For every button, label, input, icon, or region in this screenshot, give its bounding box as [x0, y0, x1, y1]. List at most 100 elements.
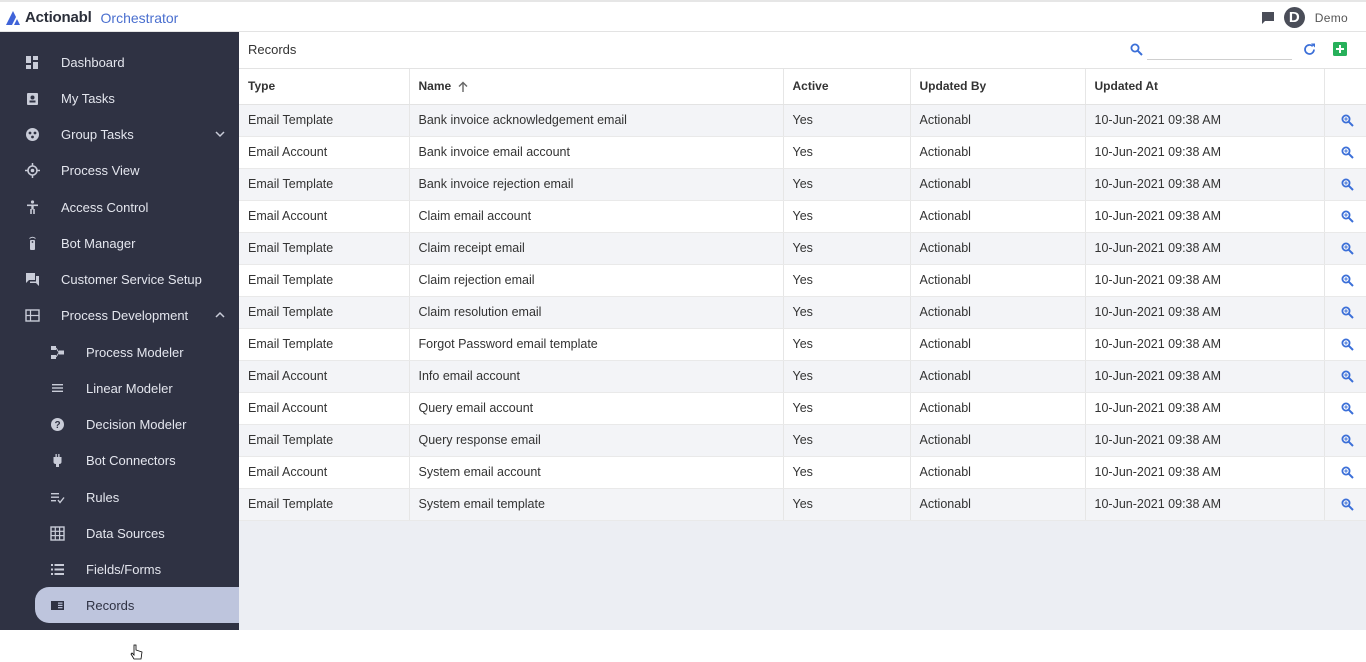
sidebar-item-fields-forms[interactable]: Fields/Forms: [0, 551, 239, 587]
table-row[interactable]: Email Account Info email account Yes Action…: [239, 360, 1366, 393]
cell-name: System email account: [409, 456, 784, 489]
cell-actions: [1324, 360, 1366, 393]
cell-actions: [1324, 264, 1366, 297]
sidebar-item-data-sources[interactable]: Data Sources: [0, 515, 239, 551]
cell-updated-by: Actionabl: [910, 328, 1086, 361]
sidebar-item-label: Fields/Forms: [86, 561, 162, 577]
sidebar-item-process-modeler[interactable]: Process Modeler: [0, 334, 239, 370]
table-row[interactable]: Email Template Claim rejection email Yes Ac…: [239, 264, 1366, 297]
sidebar-item-dashboard[interactable]: Dashboard: [0, 44, 239, 80]
column-label: Type: [248, 79, 276, 94]
sidebar-item-label: Bot Manager: [61, 235, 136, 251]
table-icon: [49, 525, 65, 541]
cell-actions: [1324, 104, 1366, 137]
cell-type: Email Account: [239, 136, 410, 169]
cell-actions: [1324, 392, 1366, 425]
column-label: Name: [418, 79, 452, 94]
sidebar: Dashboard My Tasks Group Tasks Process V…: [0, 32, 239, 630]
view-record-icon[interactable]: [1341, 434, 1354, 447]
search-icon[interactable]: [1130, 43, 1143, 56]
column-header-active[interactable]: Active: [783, 69, 911, 105]
cell-actions: [1324, 168, 1366, 201]
cell-type: Email Template: [239, 104, 410, 137]
view-record-icon[interactable]: [1341, 306, 1354, 319]
cell-active: Yes: [783, 488, 911, 521]
cell-updated-at: 10-Jun-2021 09:38 AM: [1085, 264, 1325, 297]
search-input[interactable]: [1147, 40, 1292, 60]
view-record-icon[interactable]: [1341, 274, 1354, 287]
page-title: Records: [248, 42, 297, 57]
lines-icon: [49, 380, 65, 396]
cell-active: Yes: [783, 424, 911, 457]
main-content: Records Type Name Active Updated By Upda…: [130, 32, 1366, 660]
view-record-icon[interactable]: [1341, 466, 1354, 479]
view-record-icon[interactable]: [1341, 498, 1354, 511]
sidebar-item-group-tasks[interactable]: Group Tasks: [0, 116, 239, 152]
view-record-icon[interactable]: [1341, 178, 1354, 191]
column-header-updated-at[interactable]: Updated At: [1085, 69, 1325, 105]
sort-ascending-icon[interactable]: [457, 81, 469, 93]
table-row[interactable]: Email Template Bank invoice acknowledgeme…: [239, 104, 1366, 137]
sidebar-item-label: Data Sources: [86, 525, 165, 541]
table-row[interactable]: Email Account Bank invoice email account Y…: [239, 136, 1366, 169]
logo-icon: [6, 10, 20, 25]
table-row[interactable]: Email Template Claim receipt email Yes Acti…: [239, 232, 1366, 265]
brand-name: Actionabl: [25, 9, 92, 26]
refresh-icon[interactable]: [1302, 42, 1317, 57]
column-header-updated-by[interactable]: Updated By: [910, 69, 1086, 105]
column-header-name[interactable]: Name: [409, 69, 784, 105]
sidebar-item-decision-modeler[interactable]: ? Decision Modeler: [0, 406, 239, 442]
view-record-icon[interactable]: [1341, 146, 1354, 159]
add-icon[interactable]: [1333, 42, 1347, 56]
sidebar-item-records[interactable]: Records: [35, 587, 239, 623]
table-row[interactable]: Email Account System email account Yes Acti…: [239, 456, 1366, 489]
table-body: Email Template Bank invoice acknowledgeme…: [239, 104, 1366, 521]
view-record-icon[interactable]: [1341, 114, 1354, 127]
cell-name: Info email account: [409, 360, 784, 393]
view-record-icon[interactable]: [1341, 210, 1354, 223]
view-record-icon[interactable]: [1341, 242, 1354, 255]
cell-active: Yes: [783, 168, 911, 201]
view-record-icon[interactable]: [1341, 338, 1354, 351]
cell-updated-by: Actionabl: [910, 232, 1086, 265]
sidebar-item-process-development[interactable]: Process Development: [0, 297, 239, 333]
table-row[interactable]: Email Template Claim resolution email Yes A…: [239, 296, 1366, 329]
table-row[interactable]: Email Template Forgot Password email temp…: [239, 328, 1366, 361]
table-row[interactable]: Email Account Query email account Yes Actio…: [239, 392, 1366, 425]
person-icon: [24, 199, 40, 215]
table-row[interactable]: Email Account Claim email account Yes Actio…: [239, 200, 1366, 233]
table-row[interactable]: Email Template System email template Yes Ac…: [239, 488, 1366, 521]
sidebar-item-my-tasks[interactable]: My Tasks: [0, 80, 239, 116]
cell-name: Claim receipt email: [409, 232, 784, 265]
column-header-type[interactable]: Type: [239, 69, 410, 105]
avatar[interactable]: D: [1283, 7, 1305, 28]
sidebar-item-rules[interactable]: Rules: [0, 479, 239, 515]
cell-actions: [1324, 232, 1366, 265]
sidebar-item-process-view[interactable]: Process View: [0, 152, 239, 188]
table-row[interactable]: Email Template Query response email Yes Act…: [239, 424, 1366, 457]
table-row[interactable]: Email Template Bank invoice rejection ema…: [239, 168, 1366, 201]
cell-actions: [1324, 296, 1366, 329]
sidebar-item-label: Records: [86, 597, 135, 613]
cell-type: Email Template: [239, 168, 410, 201]
cell-updated-by: Actionabl: [910, 488, 1086, 521]
sidebar-item-linear-modeler[interactable]: Linear Modeler: [0, 370, 239, 406]
sidebar-item-label: Process Development: [61, 307, 189, 323]
group-icon: [24, 126, 40, 142]
view-record-icon[interactable]: [1341, 370, 1354, 383]
chat-icon[interactable]: [1260, 10, 1276, 26]
cell-active: Yes: [783, 200, 911, 233]
cell-updated-by: Actionabl: [910, 296, 1086, 329]
view-record-icon[interactable]: [1341, 402, 1354, 415]
svg-text:?: ?: [54, 420, 60, 431]
user-name[interactable]: Demo: [1315, 11, 1348, 25]
sidebar-item-customer-service-setup[interactable]: Customer Service Setup: [0, 261, 239, 297]
sidebar-item-bot-connectors[interactable]: Bot Connectors: [0, 442, 239, 478]
cell-type: Email Account: [239, 200, 410, 233]
brand[interactable]: Actionabl Orchestrator: [6, 9, 178, 26]
sidebar-item-access-control[interactable]: Access Control: [0, 189, 239, 225]
sidebar-item-bot-manager[interactable]: Bot Manager: [0, 225, 239, 261]
dashboard-icon: [24, 54, 40, 70]
top-bar: Actionabl Orchestrator D Demo: [0, 0, 1366, 32]
flow-icon: [49, 344, 65, 360]
